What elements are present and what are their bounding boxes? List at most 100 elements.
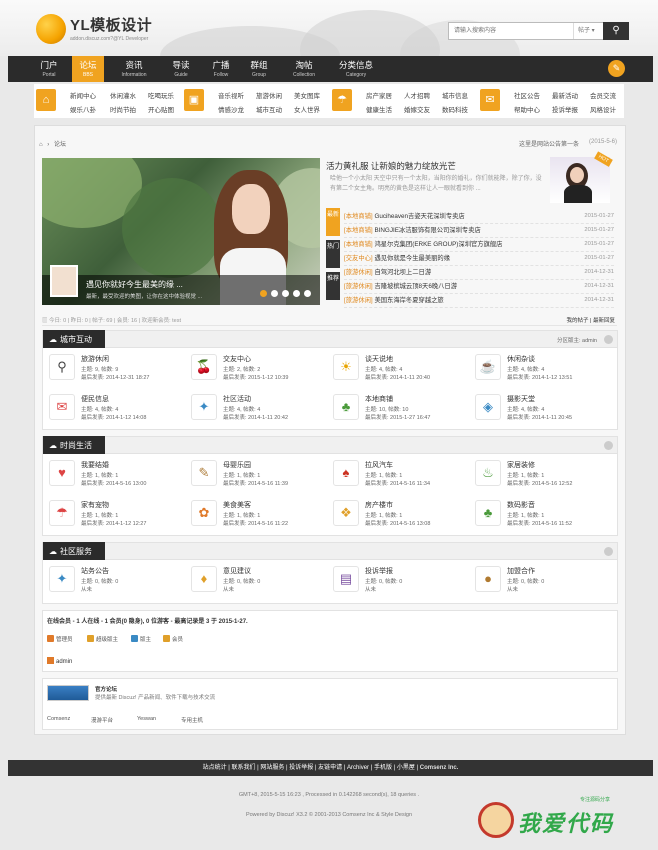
subnav-link[interactable]: 开心贴图 xyxy=(148,104,174,114)
forum-item[interactable]: ♦ 意见建议 主题: 0, 帖数: 0 从未 xyxy=(187,564,327,600)
subnav-link[interactable]: 会员交流 xyxy=(590,90,616,100)
news-item[interactable]: [本地商铺] BINGJIE冰洁服饰有限公司深圳专卖店 2015-01-27 xyxy=(344,225,614,238)
forum-item[interactable]: ✦ 站务公告 主题: 0, 帖数: 0 从未 xyxy=(45,564,185,600)
subnav-link[interactable]: 社区公告 xyxy=(514,90,540,100)
subnav-link[interactable]: 投诉举报 xyxy=(552,104,578,114)
search-button[interactable]: ⚲ xyxy=(603,22,629,40)
subnav-link[interactable]: 新闻中心 xyxy=(70,90,96,100)
forum-name[interactable]: 拉风汽车 xyxy=(365,460,393,470)
subnav-link[interactable]: 婚嫁交友 xyxy=(404,104,430,114)
forum-item[interactable]: ♣ 数码影音 主题: 1, 帖数: 1 最后发表: 2014-5-16 11:52 xyxy=(471,498,611,534)
friend-link[interactable]: Comsenz xyxy=(47,716,70,722)
subnav-link[interactable]: 风格设计 xyxy=(590,104,616,114)
forum-name[interactable]: 摄影天堂 xyxy=(507,394,535,404)
forum-item[interactable]: ❖ 房产楼市 主题: 1, 帖数: 1 最后发表: 2014-5-16 13:08 xyxy=(329,498,469,534)
forum-name[interactable]: 家有宠物 xyxy=(81,500,109,510)
forum-item[interactable]: ✦ 社区活动 主题: 4, 帖数: 4 最后发表: 2014-1-11 20:42 xyxy=(187,392,327,428)
forum-item[interactable]: ✉ 便民信息 主题: 4, 帖数: 4 最后发表: 2014-1-12 14:08 xyxy=(45,392,185,428)
collapse-icon[interactable] xyxy=(604,441,613,450)
tab-hot[interactable]: 热门 xyxy=(326,240,340,268)
subnav-link[interactable]: 旅游休闲 xyxy=(256,90,282,100)
search-input[interactable] xyxy=(451,24,571,38)
forum-item[interactable]: 🍒 交友中心 主题: 2, 帖数: 2 最后发表: 2015-1-12 10:39 xyxy=(187,352,327,388)
forum-name[interactable]: 社区活动 xyxy=(223,394,251,404)
breadcrumb-current[interactable]: 论坛 xyxy=(54,142,66,148)
forum-name[interactable]: 休闲杂谈 xyxy=(507,354,535,364)
forum-item[interactable]: ☀ 谈天说地 主题: 4, 帖数: 4 最后发表: 2014-1-11 20:40 xyxy=(329,352,469,388)
section-title-tab[interactable]: ☁ 城市互动 xyxy=(43,330,105,349)
nav-item-category[interactable]: 分类信息 Category xyxy=(334,56,378,82)
nav-item-guide[interactable]: 导读 Guide xyxy=(164,56,198,82)
friend-link[interactable]: 专用主机 xyxy=(181,716,203,724)
forum-name[interactable]: 谈天说地 xyxy=(365,354,393,364)
friend-link[interactable]: 漫游平台 xyxy=(91,716,113,724)
forum-name[interactable]: 交友中心 xyxy=(223,354,251,364)
nav-item-bbs[interactable]: 论坛 BBS xyxy=(72,56,104,82)
forum-item[interactable]: ✿ 美食美客 主题: 1, 帖数: 1 最后发表: 2014-5-16 11:22 xyxy=(187,498,327,534)
forum-item[interactable]: ⚲ 旅游休闲 主题: 9, 帖数: 9 最后发表: 2014-12-31 18:27 xyxy=(45,352,185,388)
news-item[interactable]: [本地商铺] Guciheaven吉姿天花深圳专卖店 2015-01-27 xyxy=(344,211,614,224)
forum-name[interactable]: 我要结婚 xyxy=(81,460,109,470)
forum-item[interactable]: ● 加盟合作 主题: 0, 帖数: 0 从未 xyxy=(471,564,611,600)
footer-brand[interactable]: Comsenz Inc. xyxy=(418,765,459,771)
forum-name[interactable]: 家居装修 xyxy=(507,460,535,470)
section-title-tab[interactable]: ☁ 时尚生活 xyxy=(43,436,105,455)
image-slider[interactable]: 遇见你就好今生最美的缘 ... 最新，最受欢迎的美图，让你在这中体验视觉 ... xyxy=(42,158,320,305)
subnav-link[interactable]: 美女图库 xyxy=(294,90,320,100)
news-item[interactable]: [旅游休闲] 吉隆坡槟城云顶8天6晚八日游 2014-12-31 xyxy=(344,281,614,294)
section-moderator[interactable]: 分区版主: admin xyxy=(557,336,597,344)
subnav-link[interactable]: 娱乐八卦 xyxy=(70,104,96,114)
subnav-link[interactable]: 休闲灌水 xyxy=(110,90,136,100)
subnav-link[interactable]: 情感沙龙 xyxy=(218,104,244,114)
subnav-link[interactable]: 最新活动 xyxy=(552,90,578,100)
discuz-banner-image[interactable] xyxy=(47,685,89,701)
forum-name[interactable]: 便民信息 xyxy=(81,394,109,404)
headline-title[interactable]: 活力黄礼服 让新娘的魅力绽放光芒 xyxy=(326,160,456,172)
nav-item-information[interactable]: 资讯 Information xyxy=(114,56,154,82)
news-item[interactable]: [本地商铺] 鸿星尔克集团(ERKE GROUP)深圳官方旗舰店 2015-01-… xyxy=(344,239,614,252)
slider-dot[interactable] xyxy=(282,290,289,297)
collapse-icon[interactable] xyxy=(604,547,613,556)
headline-image[interactable]: HOT xyxy=(550,151,613,203)
stats-links[interactable]: 我的帖子 | 最新回复 xyxy=(567,316,616,324)
forum-item[interactable]: ◈ 摄影天堂 主题: 4, 帖数: 4 最后发表: 2014-1-11 20:45 xyxy=(471,392,611,428)
friend-link[interactable]: Yeswan xyxy=(137,716,156,722)
forum-item[interactable]: ♠ 拉风汽车 主题: 1, 帖数: 1 最后发表: 2014-5-16 11:34 xyxy=(329,458,469,494)
subnav-link[interactable]: 帮助中心 xyxy=(514,104,540,114)
nav-item-portal[interactable]: 门户 Portal xyxy=(34,56,64,82)
subnav-link[interactable]: 房产家居 xyxy=(366,90,392,100)
slider-dot[interactable] xyxy=(260,290,267,297)
forum-name[interactable]: 本地商铺 xyxy=(365,394,393,404)
tab-latest[interactable]: 最新 xyxy=(326,208,340,236)
forum-name[interactable]: 意见建议 xyxy=(223,566,251,576)
subnav-link[interactable]: 女人世界 xyxy=(294,104,320,114)
news-item[interactable]: [交友中心] 遇见你就是今生最美丽的缘 2015-01-27 xyxy=(344,253,614,266)
forum-item[interactable]: ♥ 我要结婚 主题: 1, 帖数: 1 最后发表: 2014-5-16 13:00 xyxy=(45,458,185,494)
announcement-link[interactable]: 这里是网站公告第一条 xyxy=(519,139,579,148)
forum-item[interactable]: ▤ 投诉举报 主题: 0, 帖数: 0 从未 xyxy=(329,564,469,600)
subnav-link[interactable]: 城市信息 xyxy=(442,90,468,100)
forum-name[interactable]: 母婴乐园 xyxy=(223,460,251,470)
slider-dot[interactable] xyxy=(304,290,311,297)
subnav-link[interactable]: 数码科技 xyxy=(442,104,468,114)
forum-name[interactable]: 投诉举报 xyxy=(365,566,393,576)
nav-item-collection[interactable]: 淘帖 Collection xyxy=(286,56,322,82)
forum-name[interactable]: 站务公告 xyxy=(81,566,109,576)
forum-name[interactable]: 美食美客 xyxy=(223,500,251,510)
subnav-link[interactable]: 音乐视听 xyxy=(218,90,244,100)
forum-item[interactable]: ♣ 本地商铺 主题: 10, 帖数: 10 最后发表: 2015-1-27 16:47 xyxy=(329,392,469,428)
slider-dot[interactable] xyxy=(293,290,300,297)
nav-item-group[interactable]: 群组 Group xyxy=(244,56,274,82)
edit-icon[interactable]: ✎ xyxy=(608,60,625,77)
forum-name[interactable]: 数码影音 xyxy=(507,500,535,510)
footer-links[interactable]: 站点统计 | 联系我们 | 网站服务 | 投诉举报 | 友链申请 | Archi… xyxy=(203,765,418,771)
search-type-select[interactable]: 帖子 ▾ xyxy=(573,23,603,39)
slider-dot[interactable] xyxy=(271,290,278,297)
subnav-link[interactable]: 健康生活 xyxy=(366,104,392,114)
subnav-link[interactable]: 吃喝玩乐 xyxy=(148,90,174,100)
subnav-link[interactable]: 城市互动 xyxy=(256,104,282,114)
logo-icon[interactable] xyxy=(36,14,66,44)
forum-name[interactable]: 房产楼市 xyxy=(365,500,393,510)
news-item[interactable]: [旅游休闲] 美国东海岸冬夏穿越之旅 2014-12-31 xyxy=(344,295,614,308)
forum-item[interactable]: ✎ 母婴乐园 主题: 1, 帖数: 1 最后发表: 2014-5-16 11:39 xyxy=(187,458,327,494)
